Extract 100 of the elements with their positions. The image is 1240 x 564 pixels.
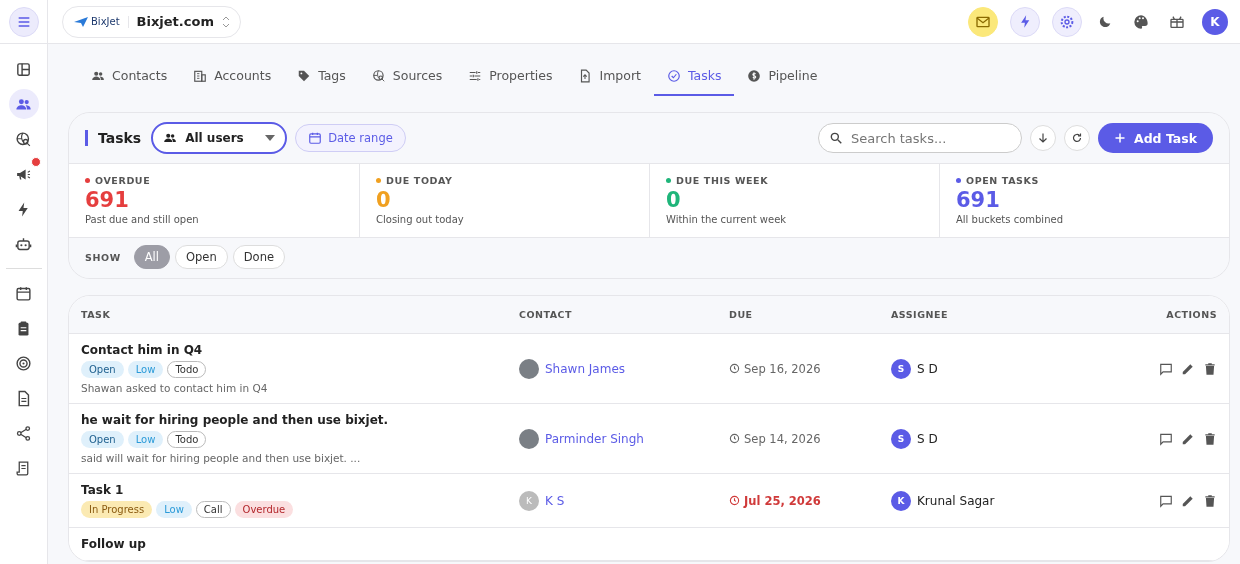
globe-search-icon [371,68,386,83]
task-tag: Open [81,361,124,378]
workspace-switcher[interactable]: BixJet Bixjet.com [62,5,241,38]
pencil-icon [1181,431,1195,446]
globe-search-icon [15,130,32,148]
chevron-up-down-icon [221,15,230,28]
due-date: Jul 25, 2026 [729,493,891,508]
task-note: said will wait for hiring people and then use bixjet. ... [81,452,362,464]
refresh-button[interactable] [1063,125,1090,151]
stat-label: DUE TODAY [386,175,453,186]
gift-icon[interactable] [1169,13,1185,30]
tag-icon [297,68,312,83]
edit-button[interactable] [1181,431,1195,446]
column-header: ASSIGNEE [891,309,949,320]
nav-tab[interactable]: Pipeline [734,60,831,96]
dollar-icon [747,68,762,83]
nav-tab[interactable]: Accounts [180,60,285,96]
bolt-button[interactable] [1010,6,1040,37]
filter-chip[interactable]: Open [175,245,228,269]
task-title: he wait for hiring people and then use bixjet. [81,413,390,427]
panel-title: Tasks [85,130,142,146]
edit-button[interactable] [1181,361,1195,376]
share-icon [15,424,32,442]
add-task-button[interactable]: Add Task [1097,123,1213,153]
refresh-icon [1070,132,1083,144]
column-header: DUE [729,309,754,320]
stat-label: OPEN TASKS [966,175,1039,186]
menu-button[interactable] [8,6,39,37]
arrow-down-icon [1036,132,1049,144]
comment-button[interactable] [1159,493,1173,508]
contact-avatar: K [519,490,539,511]
palette-icon[interactable] [1133,13,1149,30]
contact-link[interactable]: Parminder Singh [545,431,644,446]
filter-chip[interactable]: Done [232,245,285,269]
photo-placeholder [519,358,539,379]
trash-icon [1203,431,1217,446]
task-tag: Low [127,431,164,448]
stat-label: OVERDUE [95,175,151,186]
search-field[interactable]: Search tasks... [817,123,1022,153]
due-date: Sep 14, 2026 [729,431,891,446]
task-tag: Call [195,501,231,518]
task-tag: In Progress [81,501,153,518]
task-tag: Todo [167,361,207,378]
user-filter-dropdown[interactable]: All users [151,122,288,154]
stat-caption: Within the current week [666,214,788,225]
date-range-button[interactable]: Date range [295,124,406,152]
settings-button[interactable] [1052,6,1082,37]
nav-tab[interactable]: Tasks [653,60,735,96]
stat-value: 691 [956,188,1001,212]
nav-tab[interactable]: Contacts [78,60,181,96]
calendar-icon [308,131,323,145]
clock-icon [729,495,740,506]
assignee-avatar: S [891,428,911,449]
robot-icon [15,235,32,253]
column-header: TASK [81,309,112,320]
edit-button[interactable] [1181,493,1195,508]
sidebar-item[interactable] [8,89,39,119]
building-icon [193,68,208,83]
assignee-avatar: K [891,490,911,511]
assignee-name: S D [917,361,938,376]
user-avatar[interactable]: K [1202,8,1228,35]
mail-button[interactable] [968,6,998,37]
comment-icon [1159,431,1173,446]
nav-tab[interactable]: Import [565,60,654,96]
trash-icon [1203,493,1217,508]
stat-caption: Closing out today [376,214,465,225]
comment-button[interactable] [1159,431,1173,446]
task-title: Follow up [81,537,147,551]
check-circle-icon [666,68,681,83]
contact-link[interactable]: K S [545,493,565,508]
task-tag: Low [156,501,192,518]
layout-icon [15,60,32,78]
plus-icon [1113,132,1126,144]
delete-button[interactable] [1203,361,1217,376]
stat-caption: Past due and still open [85,214,200,225]
search-icon [828,131,843,145]
nav-tab[interactable]: Tags [284,60,359,96]
stat-label: DUE THIS WEEK [676,175,769,186]
nav-tab[interactable]: Properties [455,60,566,96]
pencil-icon [1181,493,1195,508]
people-icon [163,131,178,145]
task-tag: Open [81,431,124,448]
task-tag: Low [127,361,164,378]
nav-tab[interactable]: Sources [358,60,456,96]
column-header: ACTIONS [1165,309,1217,320]
pencil-icon [1181,361,1195,376]
calendar-icon [15,284,32,302]
stat-value: 0 [376,188,392,212]
delete-button[interactable] [1203,493,1217,508]
stat-value: 0 [666,188,682,212]
comment-button[interactable] [1159,361,1173,376]
delete-button[interactable] [1203,431,1217,446]
settings-icon [1059,13,1075,30]
contact-link[interactable]: Shawn James [545,361,626,376]
assignee-avatar: S [891,358,911,379]
assignee-name: S D [917,431,938,446]
task-title: Contact him in Q4 [81,343,204,357]
photo-placeholder [519,428,539,449]
task-tag: Overdue [234,501,294,518]
download-button[interactable] [1029,125,1056,151]
